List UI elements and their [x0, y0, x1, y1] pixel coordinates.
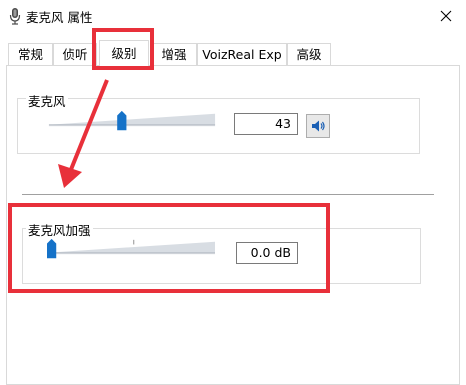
window-title: 麦克风 属性	[26, 10, 93, 25]
microphone-volume-value[interactable]: 43	[234, 113, 298, 135]
tab-advanced[interactable]: 高级	[287, 43, 331, 65]
mute-button[interactable]	[306, 114, 330, 138]
tab-general[interactable]: 常规	[8, 43, 53, 65]
microphone-boost-slider[interactable]	[38, 238, 224, 262]
close-button[interactable]	[430, 2, 462, 30]
microphone-boost-value[interactable]: 0.0 dB	[236, 242, 298, 264]
tab-bar: 常规 侦听 级别 增强 VoizReal Exp 高级	[0, 40, 466, 66]
microphone-label: 麦克风	[26, 91, 68, 110]
microphone-slider-thumb[interactable]	[117, 110, 127, 131]
tab-levels[interactable]: 级别	[99, 40, 149, 66]
tab-listen[interactable]: 侦听	[53, 43, 97, 65]
microphone-volume-slider[interactable]	[40, 110, 224, 134]
speaker-icon	[312, 120, 325, 132]
microphone-boost-label: 麦克风加强	[26, 220, 93, 239]
close-icon	[440, 10, 452, 22]
tab-enhancements[interactable]: 增强	[151, 43, 197, 65]
properties-window: 麦克风 属性 常规 侦听 级别 增强 VoizReal Exp 高级 麦克风 4…	[0, 0, 466, 385]
tab-voizreal-exp[interactable]: VoizReal Exp	[197, 43, 287, 65]
separator	[22, 194, 434, 195]
microphone-icon	[9, 8, 21, 25]
boost-slider-thumb[interactable]	[47, 238, 57, 259]
title-bar: 麦克风 属性	[0, 0, 466, 32]
